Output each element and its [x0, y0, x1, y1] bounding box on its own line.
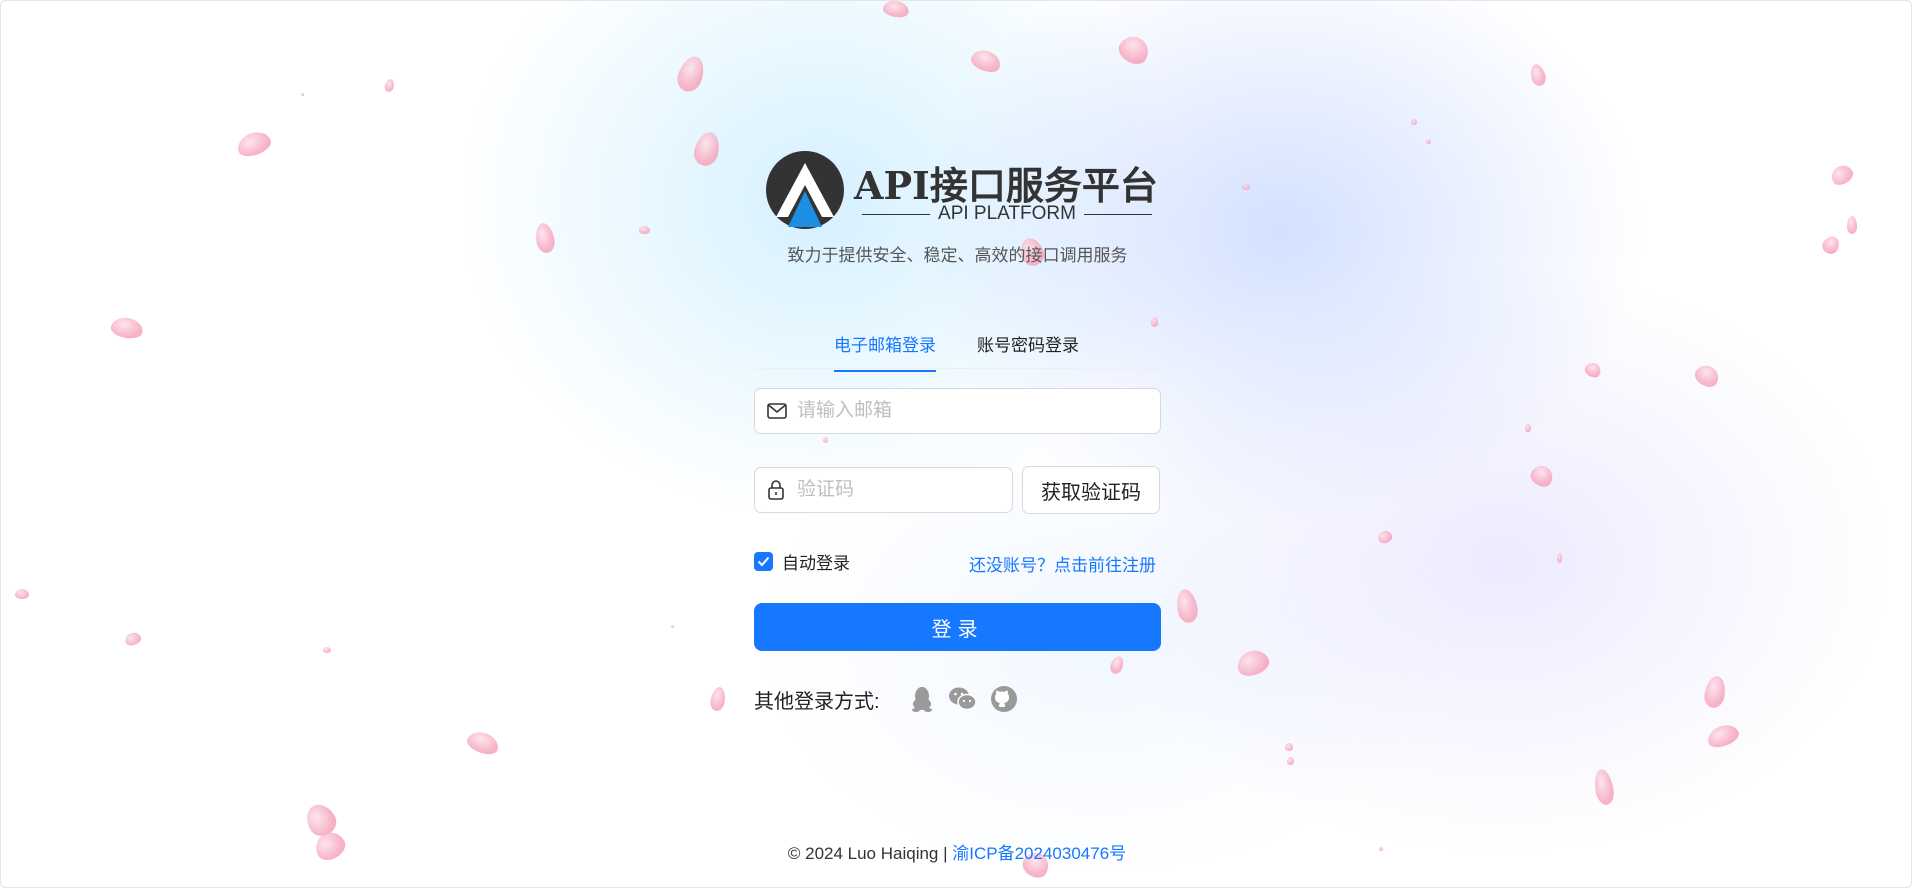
github-icon[interactable] — [989, 684, 1019, 714]
brand-subtitle-text: API PLATFORM — [938, 203, 1076, 224]
get-code-button[interactable]: 获取验证码 — [1022, 466, 1160, 514]
icp-link[interactable]: 渝ICP备2024030476号 — [952, 844, 1126, 863]
wechat-icon[interactable] — [948, 684, 978, 714]
brand-title: API接口服务平台 — [854, 163, 1158, 208]
verification-code-input[interactable] — [795, 478, 995, 502]
other-login-label: 其他登录方式: — [754, 691, 880, 713]
login-button[interactable]: 登录 — [754, 603, 1161, 651]
copyright-text: 2024 Luo Haiqing | — [805, 844, 948, 863]
auto-login-label: 自动登录 — [782, 554, 850, 573]
email-field[interactable] — [754, 388, 1161, 434]
tab-email-login[interactable]: 电子邮箱登录 — [834, 331, 936, 372]
logo-icon — [766, 151, 844, 229]
mail-icon — [767, 401, 787, 421]
auto-login-checkbox[interactable]: 自动登录 — [754, 549, 850, 574]
verification-code-field[interactable] — [754, 467, 1013, 513]
login-tabs: 电子邮箱登录 账号密码登录 — [754, 321, 1161, 372]
tab-password-login[interactable]: 账号密码登录 — [977, 331, 1079, 370]
email-input[interactable] — [795, 399, 1114, 423]
qq-icon[interactable] — [907, 684, 937, 714]
footer: © 2024 Luo Haiqing | 渝ICP备2024030476号 — [1, 839, 1911, 864]
tagline: 致力于提供安全、稳定、高效的接口调用服务 — [787, 246, 1128, 265]
brand-subtitle: API PLATFORM — [862, 203, 1153, 225]
register-link[interactable]: 还没账号？点击前往注册 — [969, 551, 1156, 576]
lock-icon — [767, 480, 787, 500]
login-page-background: API接口服务平台 API PLATFORM 致力于提供安全、稳定、高效的接口调… — [0, 0, 1912, 888]
brand-header: API接口服务平台 API PLATFORM — [766, 151, 1166, 231]
checkbox-checked-icon[interactable] — [754, 552, 773, 571]
copyright-icon: © — [787, 844, 801, 863]
